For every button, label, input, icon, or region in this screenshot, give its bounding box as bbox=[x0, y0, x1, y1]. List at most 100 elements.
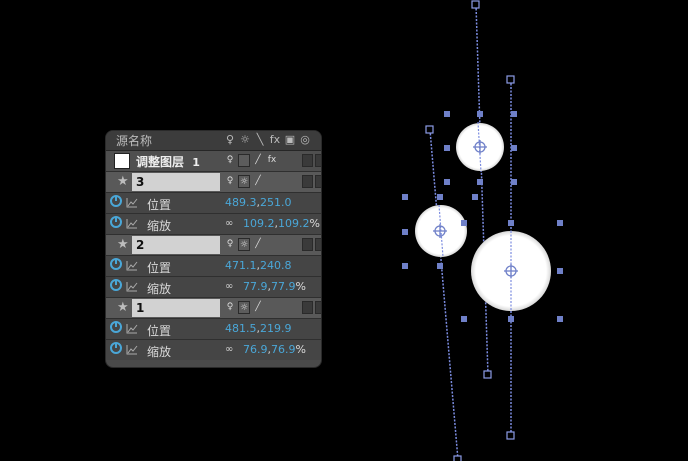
stopwatch-icon[interactable] bbox=[110, 258, 122, 270]
property-name: 缩放 bbox=[147, 219, 172, 233]
switch-box[interactable] bbox=[315, 301, 321, 314]
property-name: 缩放 bbox=[147, 282, 172, 296]
transform-handle[interactable] bbox=[437, 263, 443, 269]
layer-name: 调整图层 bbox=[136, 155, 185, 169]
collapse-switch-icon[interactable]: ☼ bbox=[238, 301, 250, 314]
graph-icon[interactable] bbox=[126, 344, 138, 355]
stopwatch-icon[interactable] bbox=[110, 342, 122, 354]
switch-box[interactable] bbox=[315, 238, 321, 251]
transform-handle[interactable] bbox=[557, 220, 563, 226]
transform-handle[interactable] bbox=[557, 268, 563, 274]
collapse-switch-icon[interactable] bbox=[238, 154, 250, 167]
position-value[interactable]: 471.1,240.8 bbox=[225, 259, 292, 272]
shy-icon[interactable]: ♀ bbox=[224, 133, 236, 147]
transform-handle[interactable] bbox=[511, 111, 517, 117]
position-property-row[interactable]: 位置 471.1,240.8 bbox=[106, 256, 321, 277]
shy-switch-icon[interactable]: ♀ bbox=[224, 175, 236, 188]
effects-switch-icon[interactable]: fx bbox=[266, 154, 278, 167]
transform-handle[interactable] bbox=[444, 145, 450, 151]
transform-handle[interactable] bbox=[477, 111, 483, 117]
path-endpoint-handle[interactable] bbox=[506, 431, 515, 440]
stopwatch-icon[interactable] bbox=[110, 216, 122, 228]
composition-viewer[interactable] bbox=[0, 0, 688, 461]
path-endpoint-handle[interactable] bbox=[453, 455, 462, 461]
property-name: 位置 bbox=[147, 324, 172, 338]
position-value[interactable]: 489.3,251.0 bbox=[225, 196, 292, 209]
star-icon: ★ bbox=[117, 300, 129, 315]
graph-icon[interactable] bbox=[126, 197, 138, 208]
stopwatch-icon[interactable] bbox=[110, 195, 122, 207]
adjustment-layer-row[interactable]: 调整图层 1 ♀ ╱ fx bbox=[106, 151, 321, 172]
scale-property-row[interactable]: 缩放 ∞ 76.9,76.9% bbox=[106, 340, 321, 360]
graph-icon[interactable] bbox=[126, 281, 138, 292]
position-property-row[interactable]: 位置 489.3,251.0 bbox=[106, 193, 321, 214]
transform-handle[interactable] bbox=[511, 179, 517, 185]
transform-handle[interactable] bbox=[437, 194, 443, 200]
shy-switch-icon[interactable]: ♀ bbox=[224, 154, 236, 167]
graph-icon[interactable] bbox=[126, 260, 138, 271]
constrain-proportions-icon[interactable]: ∞ bbox=[225, 281, 238, 292]
scale-property-row[interactable]: 缩放 ∞ 109.2,109.2% bbox=[106, 214, 321, 235]
transform-handle[interactable] bbox=[461, 220, 467, 226]
constrain-proportions-icon[interactable]: ∞ bbox=[225, 218, 238, 229]
quality-switch-icon[interactable]: ╱ bbox=[252, 238, 264, 251]
stopwatch-icon[interactable] bbox=[110, 321, 122, 333]
switch-box[interactable] bbox=[302, 175, 313, 188]
scale-property-row[interactable]: 缩放 ∞ 77.9,77.9% bbox=[106, 277, 321, 298]
collapse-icon[interactable]: ☼ bbox=[239, 133, 251, 147]
layer-row-3[interactable]: ★ 3 ♀ ☼ ╱ bbox=[106, 172, 321, 193]
quality-icon[interactable]: ╲ bbox=[254, 133, 266, 147]
switch-box[interactable] bbox=[302, 301, 313, 314]
transform-handle[interactable] bbox=[444, 179, 450, 185]
path-endpoint-handle[interactable] bbox=[425, 125, 434, 134]
motion-path-line-1[interactable] bbox=[475, 4, 489, 376]
transform-handle[interactable] bbox=[444, 111, 450, 117]
solid-swatch-icon bbox=[114, 153, 130, 169]
path-endpoint-handle[interactable] bbox=[506, 75, 515, 84]
constrain-proportions-icon[interactable]: ∞ bbox=[225, 344, 238, 355]
transform-handle[interactable] bbox=[402, 194, 408, 200]
frame-blend-icon[interactable]: ▣ bbox=[284, 133, 296, 147]
graph-icon[interactable] bbox=[126, 323, 138, 334]
scale-value[interactable]: 109.2,109.2% bbox=[243, 217, 320, 230]
transform-handle[interactable] bbox=[402, 263, 408, 269]
path-endpoint-handle[interactable] bbox=[471, 0, 480, 9]
quality-switch-icon[interactable]: ╱ bbox=[252, 154, 264, 167]
position-value[interactable]: 481.5,219.9 bbox=[225, 322, 292, 335]
transform-handle[interactable] bbox=[461, 316, 467, 322]
position-property-row[interactable]: 位置 481.5,219.9 bbox=[106, 319, 321, 340]
source-name-header[interactable]: 源名称 bbox=[106, 132, 226, 149]
shy-switch-icon[interactable]: ♀ bbox=[224, 301, 236, 314]
motion-blur-icon[interactable]: ◎ bbox=[299, 133, 311, 147]
scale-value[interactable]: 77.9,77.9% bbox=[243, 280, 306, 293]
star-icon: ★ bbox=[117, 237, 129, 252]
effects-icon[interactable]: fx bbox=[269, 133, 281, 147]
collapse-switch-icon[interactable]: ☼ bbox=[238, 175, 250, 188]
switch-box[interactable] bbox=[315, 154, 321, 167]
quality-switch-icon[interactable]: ╱ bbox=[252, 301, 264, 314]
shy-switch-icon[interactable]: ♀ bbox=[224, 238, 236, 251]
switch-headers: ♀ ☼ ╲ fx ▣ ◎ bbox=[224, 133, 311, 147]
path-endpoint-handle[interactable] bbox=[483, 370, 492, 379]
quality-switch-icon[interactable]: ╱ bbox=[252, 175, 264, 188]
switch-box[interactable] bbox=[302, 238, 313, 251]
switch-box[interactable] bbox=[302, 154, 313, 167]
switch-box[interactable] bbox=[315, 175, 321, 188]
transform-handle[interactable] bbox=[472, 194, 478, 200]
transform-handle[interactable] bbox=[508, 220, 514, 226]
transform-handle[interactable] bbox=[477, 179, 483, 185]
transform-handle[interactable] bbox=[402, 229, 408, 235]
graph-icon[interactable] bbox=[126, 218, 138, 229]
layer-number[interactable]: 2 bbox=[132, 236, 220, 254]
stopwatch-icon[interactable] bbox=[110, 279, 122, 291]
layer-number[interactable]: 1 bbox=[132, 299, 220, 317]
layer-switches: ♀ ☼ ╱ bbox=[224, 238, 264, 251]
transform-handle[interactable] bbox=[508, 316, 514, 322]
scale-value[interactable]: 76.9,76.9% bbox=[243, 343, 306, 356]
layer-row-1[interactable]: ★ 1 ♀ ☼ ╱ bbox=[106, 298, 321, 319]
layer-number[interactable]: 3 bbox=[132, 173, 220, 191]
layer-row-2[interactable]: ★ 2 ♀ ☼ ╱ bbox=[106, 235, 321, 256]
transform-handle[interactable] bbox=[557, 316, 563, 322]
transform-handle[interactable] bbox=[511, 145, 517, 151]
collapse-switch-icon[interactable]: ☼ bbox=[238, 238, 250, 251]
